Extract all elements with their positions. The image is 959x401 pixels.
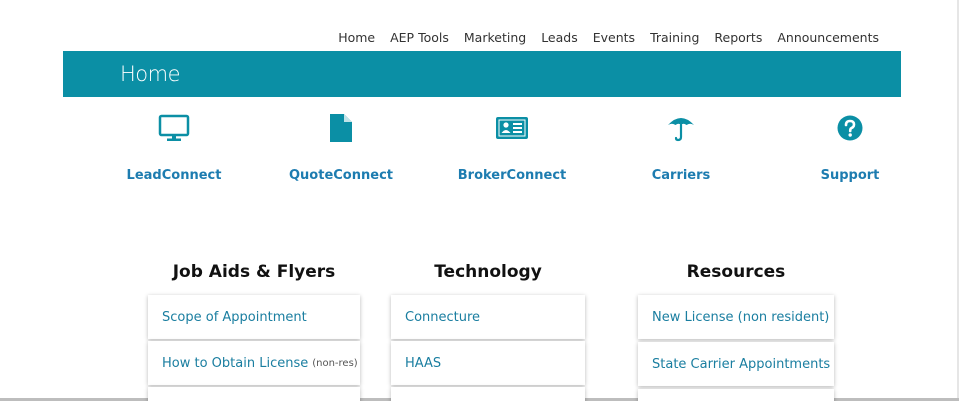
monitor-icon <box>99 108 249 148</box>
link-card-partial[interactable] <box>638 389 834 401</box>
document-icon <box>266 108 416 148</box>
link-scope-of-appointment[interactable]: Scope of Appointment <box>148 295 360 339</box>
quick-links: LeadConnect QuoteConnect BrokerConnect C… <box>63 108 901 198</box>
link-haas[interactable]: HAAS <box>391 341 585 385</box>
link-label: Scope of Appointment <box>162 309 307 325</box>
nav-events[interactable]: Events <box>593 28 635 48</box>
link-obtain-license[interactable]: How to Obtain License (non-res) <box>148 341 360 385</box>
quick-link-label: Support <box>820 168 880 183</box>
link-label: State Carrier Appointments <box>652 356 831 372</box>
quick-link-label: BrokerConnect <box>457 168 567 183</box>
umbrella-icon <box>606 108 756 148</box>
id-card-icon <box>437 108 587 148</box>
link-card-partial[interactable] <box>148 387 360 401</box>
nav-marketing[interactable]: Marketing <box>464 28 526 48</box>
quick-link-quoteconnect[interactable]: QuoteConnect <box>266 108 416 183</box>
heading-technology: Technology <box>434 262 542 282</box>
link-note: (non-res) <box>312 357 358 369</box>
link-label: HAAS <box>405 355 442 371</box>
link-label: Connecture <box>405 309 481 325</box>
heading-resources: Resources <box>686 262 786 282</box>
link-new-license[interactable]: New License (non resident) <box>638 295 834 339</box>
nav-aep-tools[interactable]: AEP Tools <box>390 28 449 48</box>
heading-job-aids: Job Aids & Flyers <box>172 262 336 282</box>
link-card-partial[interactable] <box>391 387 585 401</box>
top-nav: Home AEP Tools Marketing Leads Events Tr… <box>0 28 879 48</box>
quick-link-carriers[interactable]: Carriers <box>606 108 756 183</box>
quick-link-leadconnect[interactable]: LeadConnect <box>99 108 249 183</box>
quick-link-support[interactable]: Support <box>775 108 925 183</box>
page-banner: Home <box>63 51 901 97</box>
nav-home[interactable]: Home <box>338 28 375 48</box>
quick-link-label: Carriers <box>651 168 711 183</box>
link-state-carrier-appointments[interactable]: State Carrier Appointments <box>638 342 834 386</box>
quick-link-label: QuoteConnect <box>289 168 393 183</box>
nav-training[interactable]: Training <box>650 28 699 48</box>
quick-link-brokerconnect[interactable]: BrokerConnect <box>437 108 587 183</box>
page-title: Home <box>120 62 181 86</box>
nav-announcements[interactable]: Announcements <box>777 28 879 48</box>
link-label: New License (non resident) <box>652 309 830 325</box>
question-icon <box>775 108 925 148</box>
nav-reports[interactable]: Reports <box>714 28 762 48</box>
quick-link-label: LeadConnect <box>126 168 222 183</box>
link-connecture[interactable]: Connecture <box>391 295 585 339</box>
nav-leads[interactable]: Leads <box>541 28 578 48</box>
link-label: How to Obtain License <box>162 355 309 371</box>
